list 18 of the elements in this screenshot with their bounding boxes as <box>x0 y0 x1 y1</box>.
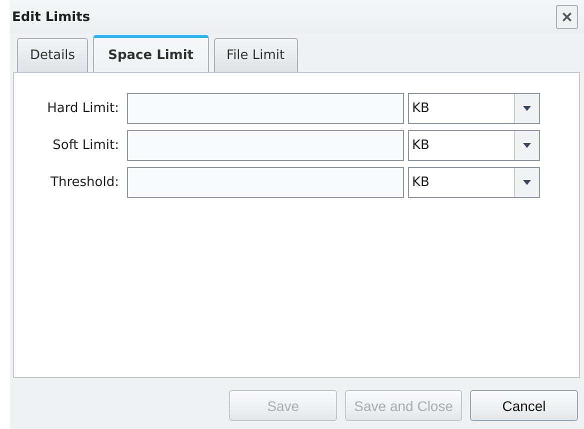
dialog-button[interactable]: Cancel <box>470 390 578 421</box>
input-field[interactable] <box>127 93 404 124</box>
unit-dropdown[interactable]: KB <box>408 167 540 198</box>
window-title: Edit Limits <box>12 10 90 24</box>
tab[interactable]: Details <box>17 38 88 72</box>
close-button[interactable]: × <box>556 5 578 29</box>
input-field[interactable] <box>127 130 404 161</box>
field-label: Hard Limit: <box>46 101 120 116</box>
tab[interactable]: File Limit <box>214 38 298 72</box>
unit-dropdown[interactable]: KB <box>408 130 540 161</box>
caret-icon <box>523 143 531 148</box>
caret-icon <box>523 180 531 185</box>
field-label: Soft Limit: <box>52 138 120 153</box>
field-label: Threshold: <box>50 175 120 190</box>
caret-icon <box>523 106 531 111</box>
input-field[interactable] <box>127 167 404 198</box>
unit-dropdown[interactable]: KB <box>408 93 540 124</box>
tab[interactable]: Space Limit <box>93 35 209 72</box>
